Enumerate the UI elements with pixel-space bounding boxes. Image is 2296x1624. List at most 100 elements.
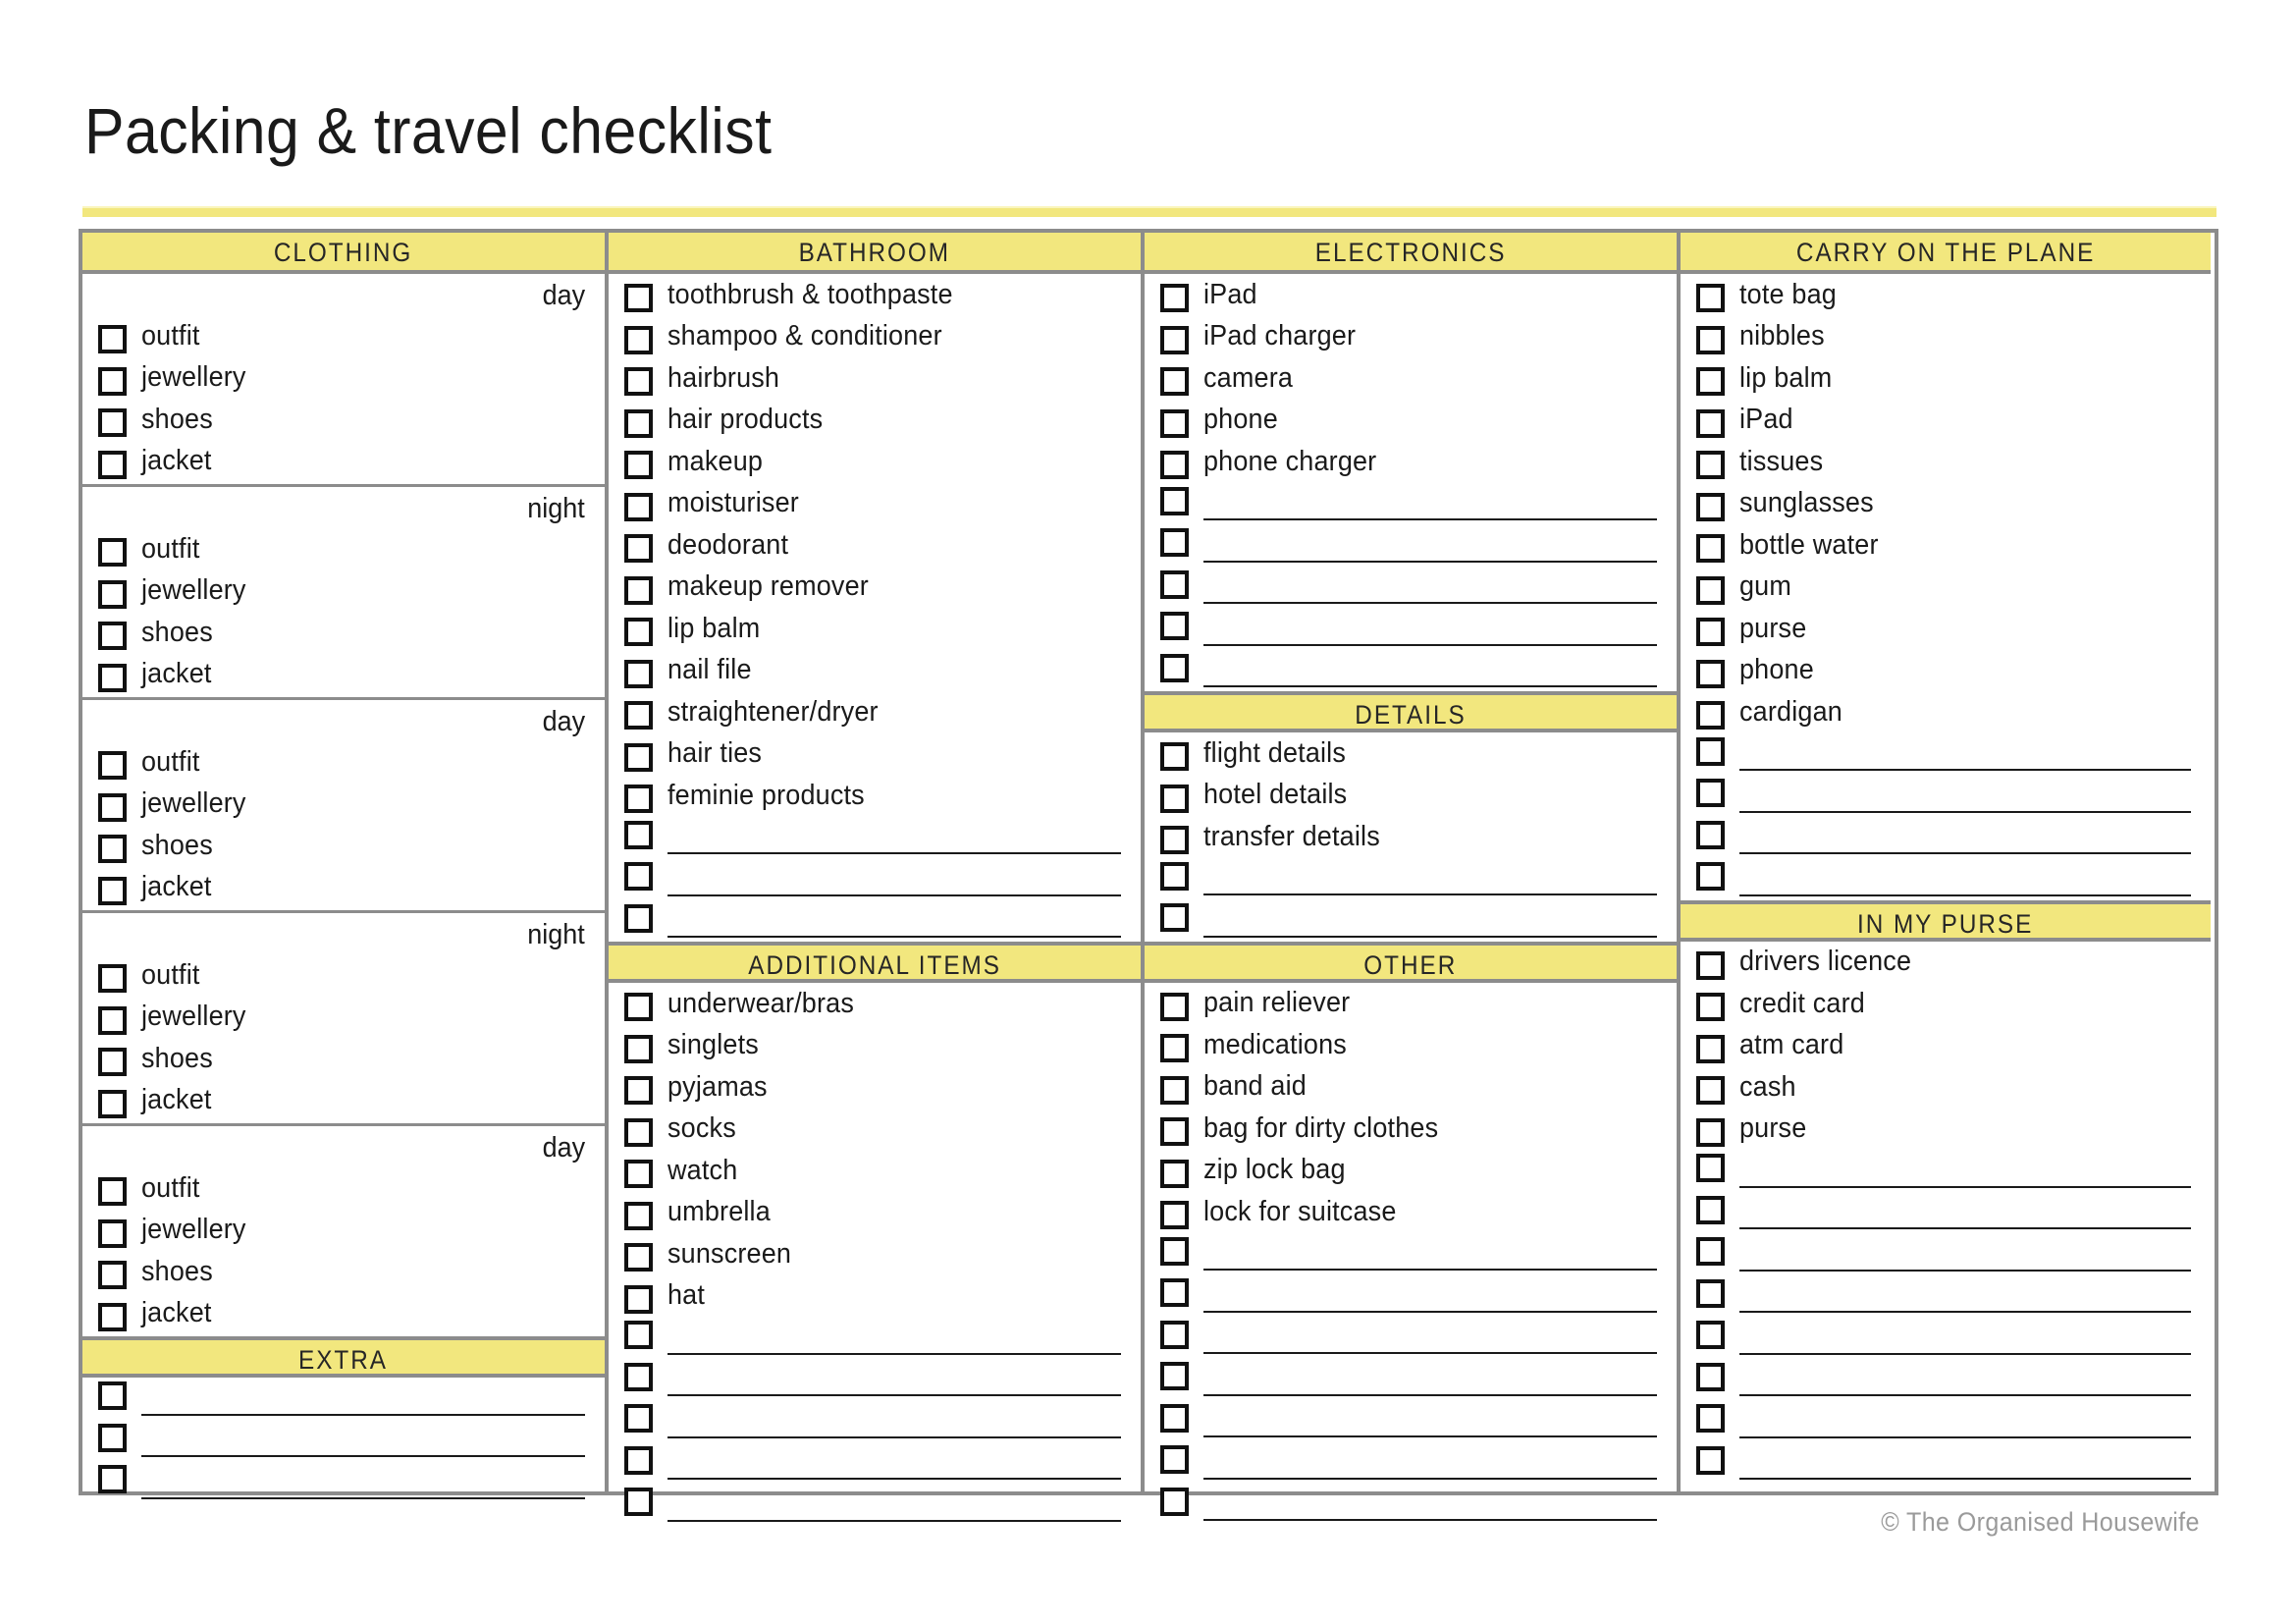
checklist-blank-row[interactable] bbox=[1145, 858, 1677, 900]
checkbox-icon[interactable] bbox=[98, 964, 127, 994]
checklist-item[interactable]: hairbrush bbox=[609, 357, 1141, 400]
checklist-item[interactable]: lip balm bbox=[1681, 357, 2211, 400]
checkbox-icon[interactable] bbox=[1160, 1403, 1189, 1433]
checkbox-icon[interactable] bbox=[1160, 1278, 1189, 1307]
checklist-item[interactable]: phone bbox=[1681, 650, 2211, 692]
checkbox-icon[interactable] bbox=[1696, 1278, 1725, 1308]
checkbox-icon[interactable] bbox=[98, 325, 127, 354]
checklist-blank-row[interactable] bbox=[1145, 899, 1677, 942]
checklist-blank-row[interactable] bbox=[609, 1400, 1141, 1442]
checkbox-icon[interactable] bbox=[1696, 950, 1725, 980]
checklist-item[interactable]: jacket bbox=[82, 441, 605, 483]
checklist-item[interactable]: cash bbox=[1681, 1066, 2211, 1109]
checkbox-icon[interactable] bbox=[98, 876, 127, 905]
checklist-item[interactable]: sunglasses bbox=[1681, 483, 2211, 525]
checklist-blank-row[interactable] bbox=[1681, 1233, 2211, 1275]
checklist-item[interactable]: hair products bbox=[609, 400, 1141, 442]
checklist-item[interactable]: shoes bbox=[82, 612, 605, 654]
checkbox-icon[interactable] bbox=[1160, 1487, 1189, 1516]
checklist-item[interactable]: outfit bbox=[82, 315, 605, 357]
checklist-blank-row[interactable] bbox=[1145, 1441, 1677, 1484]
write-in-line[interactable] bbox=[1203, 893, 1657, 895]
write-in-line[interactable] bbox=[141, 1413, 585, 1416]
checkbox-icon[interactable] bbox=[624, 1404, 653, 1433]
write-in-line[interactable] bbox=[1739, 810, 2191, 813]
checkbox-icon[interactable] bbox=[1160, 1320, 1189, 1349]
checklist-item[interactable]: iPad bbox=[1145, 274, 1677, 316]
checkbox-icon[interactable] bbox=[624, 742, 653, 772]
write-in-line[interactable] bbox=[667, 1394, 1121, 1396]
checkbox-icon[interactable] bbox=[98, 1177, 127, 1207]
checkbox-icon[interactable] bbox=[624, 862, 653, 891]
checkbox-icon[interactable] bbox=[1160, 653, 1189, 682]
checkbox-icon[interactable] bbox=[624, 575, 653, 605]
checkbox-icon[interactable] bbox=[1696, 1321, 1725, 1349]
checkbox-icon[interactable] bbox=[624, 1321, 653, 1349]
checkbox-icon[interactable] bbox=[1696, 1445, 1725, 1475]
checklist-blank-row[interactable] bbox=[1145, 608, 1677, 650]
checkbox-icon[interactable] bbox=[1696, 1237, 1725, 1266]
checkbox-icon[interactable] bbox=[1160, 861, 1189, 891]
checklist-item[interactable]: camera bbox=[1145, 357, 1677, 400]
checklist-blank-row[interactable] bbox=[609, 1442, 1141, 1485]
checklist-item[interactable]: flight details bbox=[1145, 732, 1677, 775]
checklist-item[interactable]: purse bbox=[1681, 1109, 2211, 1151]
checkbox-icon[interactable] bbox=[98, 1302, 127, 1331]
write-in-line[interactable] bbox=[1739, 1352, 2191, 1355]
checkbox-icon[interactable] bbox=[1696, 325, 1725, 354]
checkbox-icon[interactable] bbox=[1160, 1236, 1189, 1266]
checklist-blank-row[interactable] bbox=[609, 900, 1141, 943]
checkbox-icon[interactable] bbox=[1160, 742, 1189, 772]
checklist-item[interactable]: bottle water bbox=[1681, 524, 2211, 567]
checkbox-icon[interactable] bbox=[1696, 451, 1725, 480]
checklist-blank-row[interactable] bbox=[1145, 567, 1677, 609]
write-in-line[interactable] bbox=[1739, 1435, 2191, 1438]
checkbox-icon[interactable] bbox=[624, 993, 653, 1022]
checkbox-icon[interactable] bbox=[1696, 1034, 1725, 1063]
checkbox-icon[interactable] bbox=[98, 663, 127, 692]
checklist-blank-row[interactable] bbox=[1681, 817, 2211, 859]
checkbox-icon[interactable] bbox=[1160, 903, 1189, 932]
checkbox-icon[interactable] bbox=[624, 1362, 653, 1391]
checklist-item[interactable]: jewellery bbox=[82, 570, 605, 613]
checklist-item[interactable]: nail file bbox=[609, 650, 1141, 692]
checkbox-icon[interactable] bbox=[624, 701, 653, 731]
checklist-item[interactable]: straightener/dryer bbox=[609, 691, 1141, 733]
checkbox-icon[interactable] bbox=[624, 1076, 653, 1106]
checklist-item[interactable]: makeup bbox=[609, 441, 1141, 483]
checkbox-icon[interactable] bbox=[98, 622, 127, 651]
checklist-item[interactable]: umbrella bbox=[609, 1192, 1141, 1234]
checkbox-icon[interactable] bbox=[98, 1048, 127, 1077]
checklist-item[interactable]: jacket bbox=[82, 654, 605, 696]
checklist-blank-row[interactable] bbox=[1681, 1442, 2211, 1485]
checklist-blank-row[interactable] bbox=[1681, 858, 2211, 900]
checkbox-icon[interactable] bbox=[1696, 1362, 1725, 1391]
write-in-line[interactable] bbox=[1739, 1227, 2191, 1229]
write-in-line[interactable] bbox=[1739, 1185, 2191, 1188]
checkbox-icon[interactable] bbox=[1696, 1404, 1725, 1433]
checklist-item[interactable]: makeup remover bbox=[609, 567, 1141, 609]
write-in-line[interactable] bbox=[1203, 602, 1657, 604]
write-in-line[interactable] bbox=[1203, 1435, 1657, 1437]
checkbox-icon[interactable] bbox=[624, 1243, 653, 1272]
checkbox-icon[interactable] bbox=[1160, 992, 1189, 1021]
checkbox-icon[interactable] bbox=[624, 618, 653, 647]
checkbox-icon[interactable] bbox=[624, 492, 653, 521]
write-in-line[interactable] bbox=[141, 1455, 585, 1457]
checklist-item[interactable]: shoes bbox=[82, 1251, 605, 1293]
checklist-blank-row[interactable] bbox=[609, 817, 1141, 859]
checklist-blank-row[interactable] bbox=[1145, 1233, 1677, 1275]
checkbox-icon[interactable] bbox=[624, 903, 653, 933]
checklist-item[interactable]: phone charger bbox=[1145, 441, 1677, 483]
checkbox-icon[interactable] bbox=[624, 820, 653, 849]
checklist-item[interactable]: transfer details bbox=[1145, 816, 1677, 858]
checkbox-icon[interactable] bbox=[98, 579, 127, 609]
checklist-blank-row[interactable] bbox=[1681, 775, 2211, 817]
checklist-blank-row[interactable] bbox=[1681, 1275, 2211, 1318]
checkbox-icon[interactable] bbox=[1696, 534, 1725, 564]
write-in-line[interactable] bbox=[1203, 1393, 1657, 1396]
checklist-item[interactable]: credit card bbox=[1681, 983, 2211, 1025]
checkbox-icon[interactable] bbox=[1160, 451, 1189, 480]
checklist-item[interactable]: nibbles bbox=[1681, 316, 2211, 358]
checklist-item[interactable]: toothbrush & toothpaste bbox=[609, 274, 1141, 316]
